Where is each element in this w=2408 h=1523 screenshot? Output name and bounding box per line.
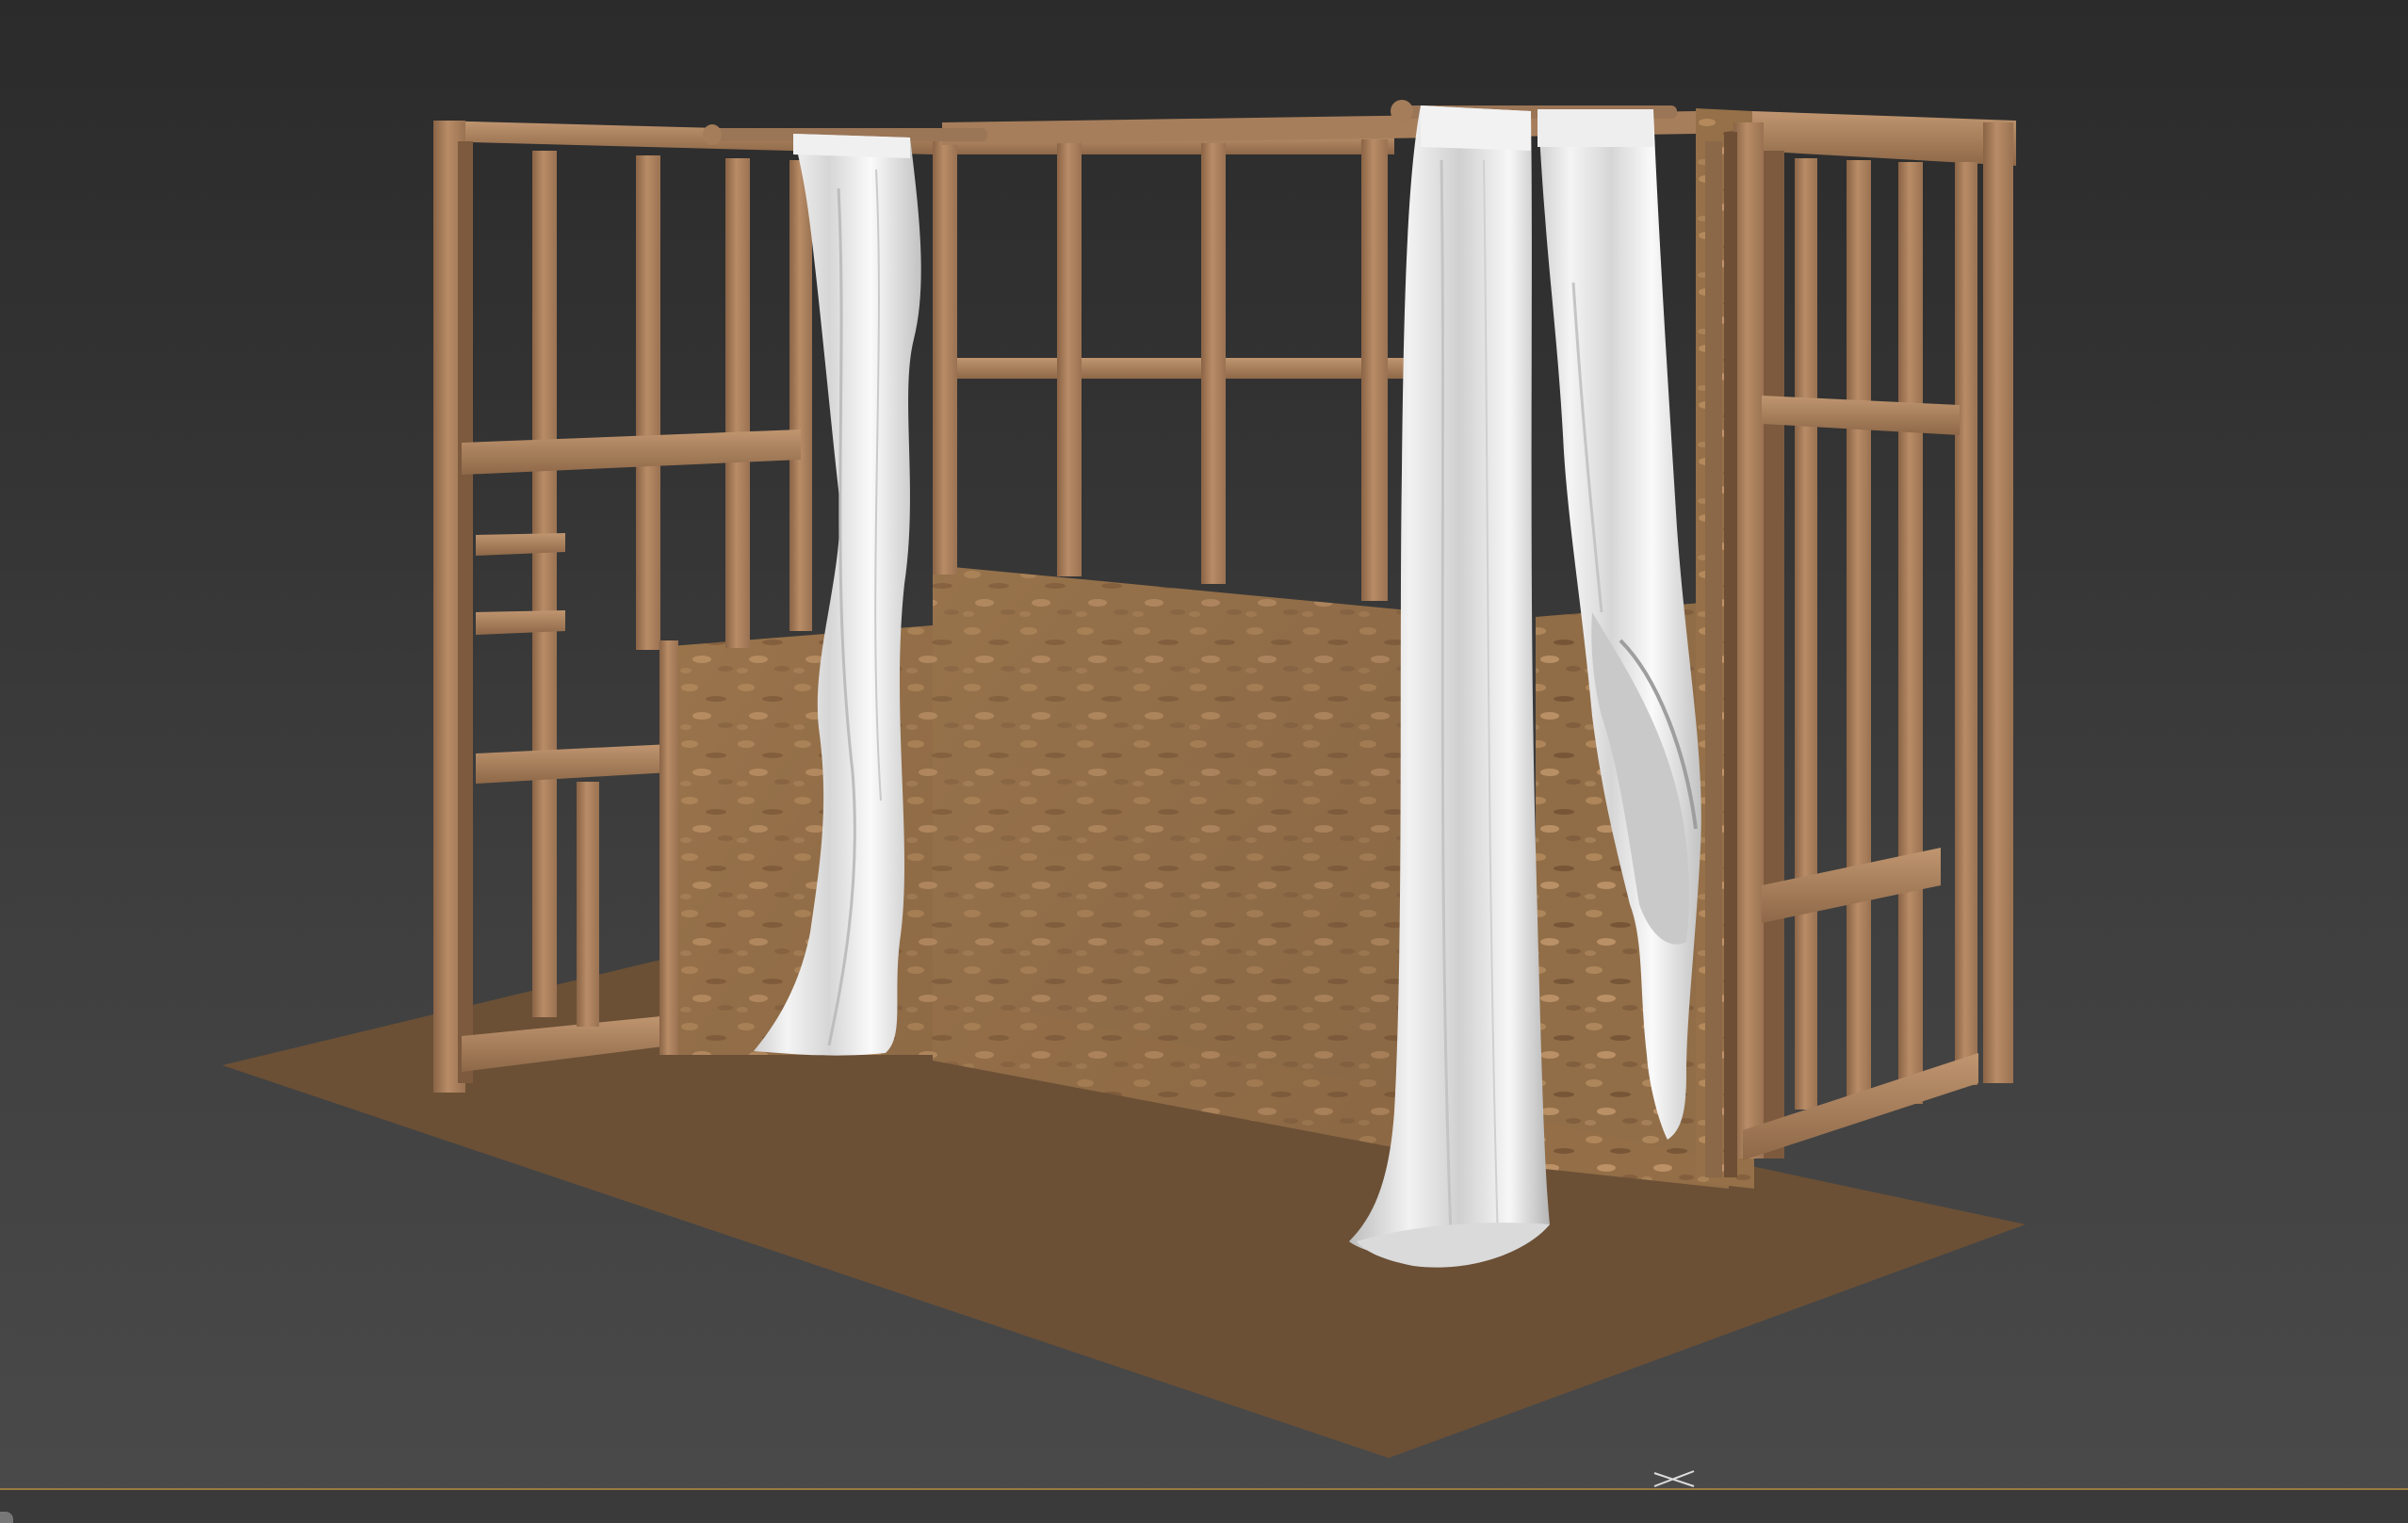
axis-cross-icon <box>1651 1467 1698 1490</box>
3d-viewport[interactable] <box>0 0 2408 1523</box>
scene-render[interactable] <box>0 0 2408 1523</box>
timeline-strip[interactable] <box>0 1488 2408 1523</box>
right-wall-frame <box>1705 111 2016 1177</box>
corner-handle <box>0 1512 13 1523</box>
